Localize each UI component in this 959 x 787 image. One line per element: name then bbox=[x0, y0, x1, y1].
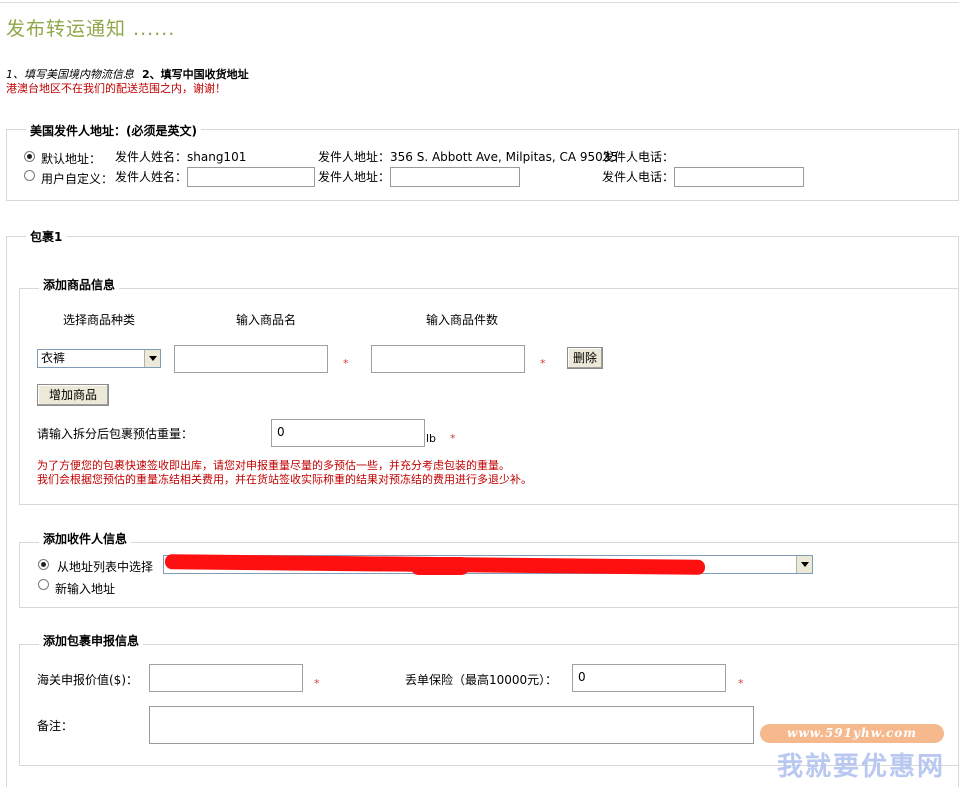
chevron-down-icon[interactable] bbox=[144, 350, 160, 367]
col-name-header: 输入商品名 bbox=[236, 313, 297, 327]
add-goods-button[interactable]: 增加商品 bbox=[37, 384, 109, 406]
default-name-value: shang101 bbox=[187, 150, 247, 164]
col-type-header: 选择商品种类 bbox=[63, 313, 136, 327]
custom-name-input[interactable] bbox=[187, 167, 315, 187]
page-title: 发布转运通知 ...... bbox=[6, 18, 176, 40]
top-divider bbox=[0, 2, 959, 3]
chevron-down-icon[interactable] bbox=[796, 556, 812, 573]
goods-qty-input[interactable] bbox=[371, 345, 525, 373]
recipient-legend: 添加收件人信息 bbox=[39, 530, 132, 547]
weight-input[interactable]: 0 bbox=[271, 419, 425, 447]
weight-value: 0 bbox=[277, 425, 285, 439]
delete-goods-button[interactable]: 删除 bbox=[567, 347, 603, 369]
from-list-radio[interactable] bbox=[38, 559, 49, 570]
default-address-field-label: 发件人地址： bbox=[318, 150, 391, 164]
insurance-input[interactable]: 0 bbox=[572, 664, 726, 692]
from-list-label: 从地址列表中选择 bbox=[57, 560, 154, 574]
goods-type-select[interactable]: 衣裤 bbox=[37, 349, 161, 368]
customs-value-input[interactable] bbox=[149, 664, 303, 692]
note-textarea[interactable] bbox=[149, 706, 754, 744]
required-star: * bbox=[450, 432, 456, 445]
goods-legend: 添加商品信息 bbox=[39, 276, 120, 293]
required-star: * bbox=[540, 357, 546, 370]
custom-address-field-label: 发件人地址： bbox=[318, 170, 391, 184]
watermark-url: www.591yhw.com bbox=[760, 724, 944, 743]
weight-hint-2: 我们会根据您预估的重量冻结相关费用，并在货站签收实际称重的结果对预冻结的费用进行… bbox=[37, 473, 532, 486]
custom-phone-label: 发件人电话： bbox=[602, 170, 675, 184]
goods-type-value: 衣裤 bbox=[41, 351, 66, 365]
new-address-radio[interactable] bbox=[38, 579, 49, 590]
default-address-label: 默认地址： bbox=[41, 152, 102, 166]
declaration-legend: 添加包裹申报信息 bbox=[39, 632, 144, 649]
weight-label: 请输入拆分后包裹预估重量： bbox=[37, 427, 194, 441]
new-address-label: 新输入地址 bbox=[55, 582, 116, 596]
required-star: * bbox=[343, 357, 349, 370]
default-address-value: 356 S. Abbott Ave, Milpitas, CA 95035 bbox=[390, 150, 619, 164]
default-phone-label: 发件人电话： bbox=[602, 150, 675, 164]
default-address-radio[interactable] bbox=[24, 151, 35, 162]
custom-address-input[interactable] bbox=[390, 167, 520, 187]
default-name-label: 发件人姓名： bbox=[115, 150, 188, 164]
weight-unit: lb bbox=[426, 432, 437, 445]
recipient-fieldset bbox=[19, 542, 959, 608]
required-star: * bbox=[314, 677, 320, 690]
custom-address-radio[interactable] bbox=[24, 170, 35, 181]
region-notice: 港澳台地区不在我们的配送范围之内，谢谢！ bbox=[6, 82, 226, 95]
custom-name-label: 发件人姓名： bbox=[115, 170, 188, 184]
insurance-value: 0 bbox=[578, 670, 586, 684]
customs-value-label: 海关申报价值($)： bbox=[37, 673, 138, 687]
custom-phone-input[interactable] bbox=[674, 167, 804, 187]
watermark-logo: 我就要优惠网 bbox=[776, 752, 945, 782]
package-legend: 包裹1 bbox=[26, 228, 67, 245]
sender-fieldset bbox=[6, 129, 959, 201]
col-qty-header: 输入商品件数 bbox=[426, 313, 499, 327]
sender-legend: 美国发件人地址：(必须是英文) bbox=[26, 122, 201, 139]
insurance-label: 丢单保险（最高10000元）： bbox=[405, 673, 558, 687]
custom-address-label: 用户自定义： bbox=[41, 172, 114, 186]
goods-name-input[interactable] bbox=[174, 345, 328, 373]
required-star: * bbox=[738, 677, 744, 690]
note-label: 备注： bbox=[37, 719, 74, 733]
redacted-address bbox=[410, 557, 470, 575]
weight-hint-1: 为了方便您的包裹快速签收即出库，请您对申报重量尽量的多预估一些，并充分考虑包装的… bbox=[37, 459, 510, 472]
